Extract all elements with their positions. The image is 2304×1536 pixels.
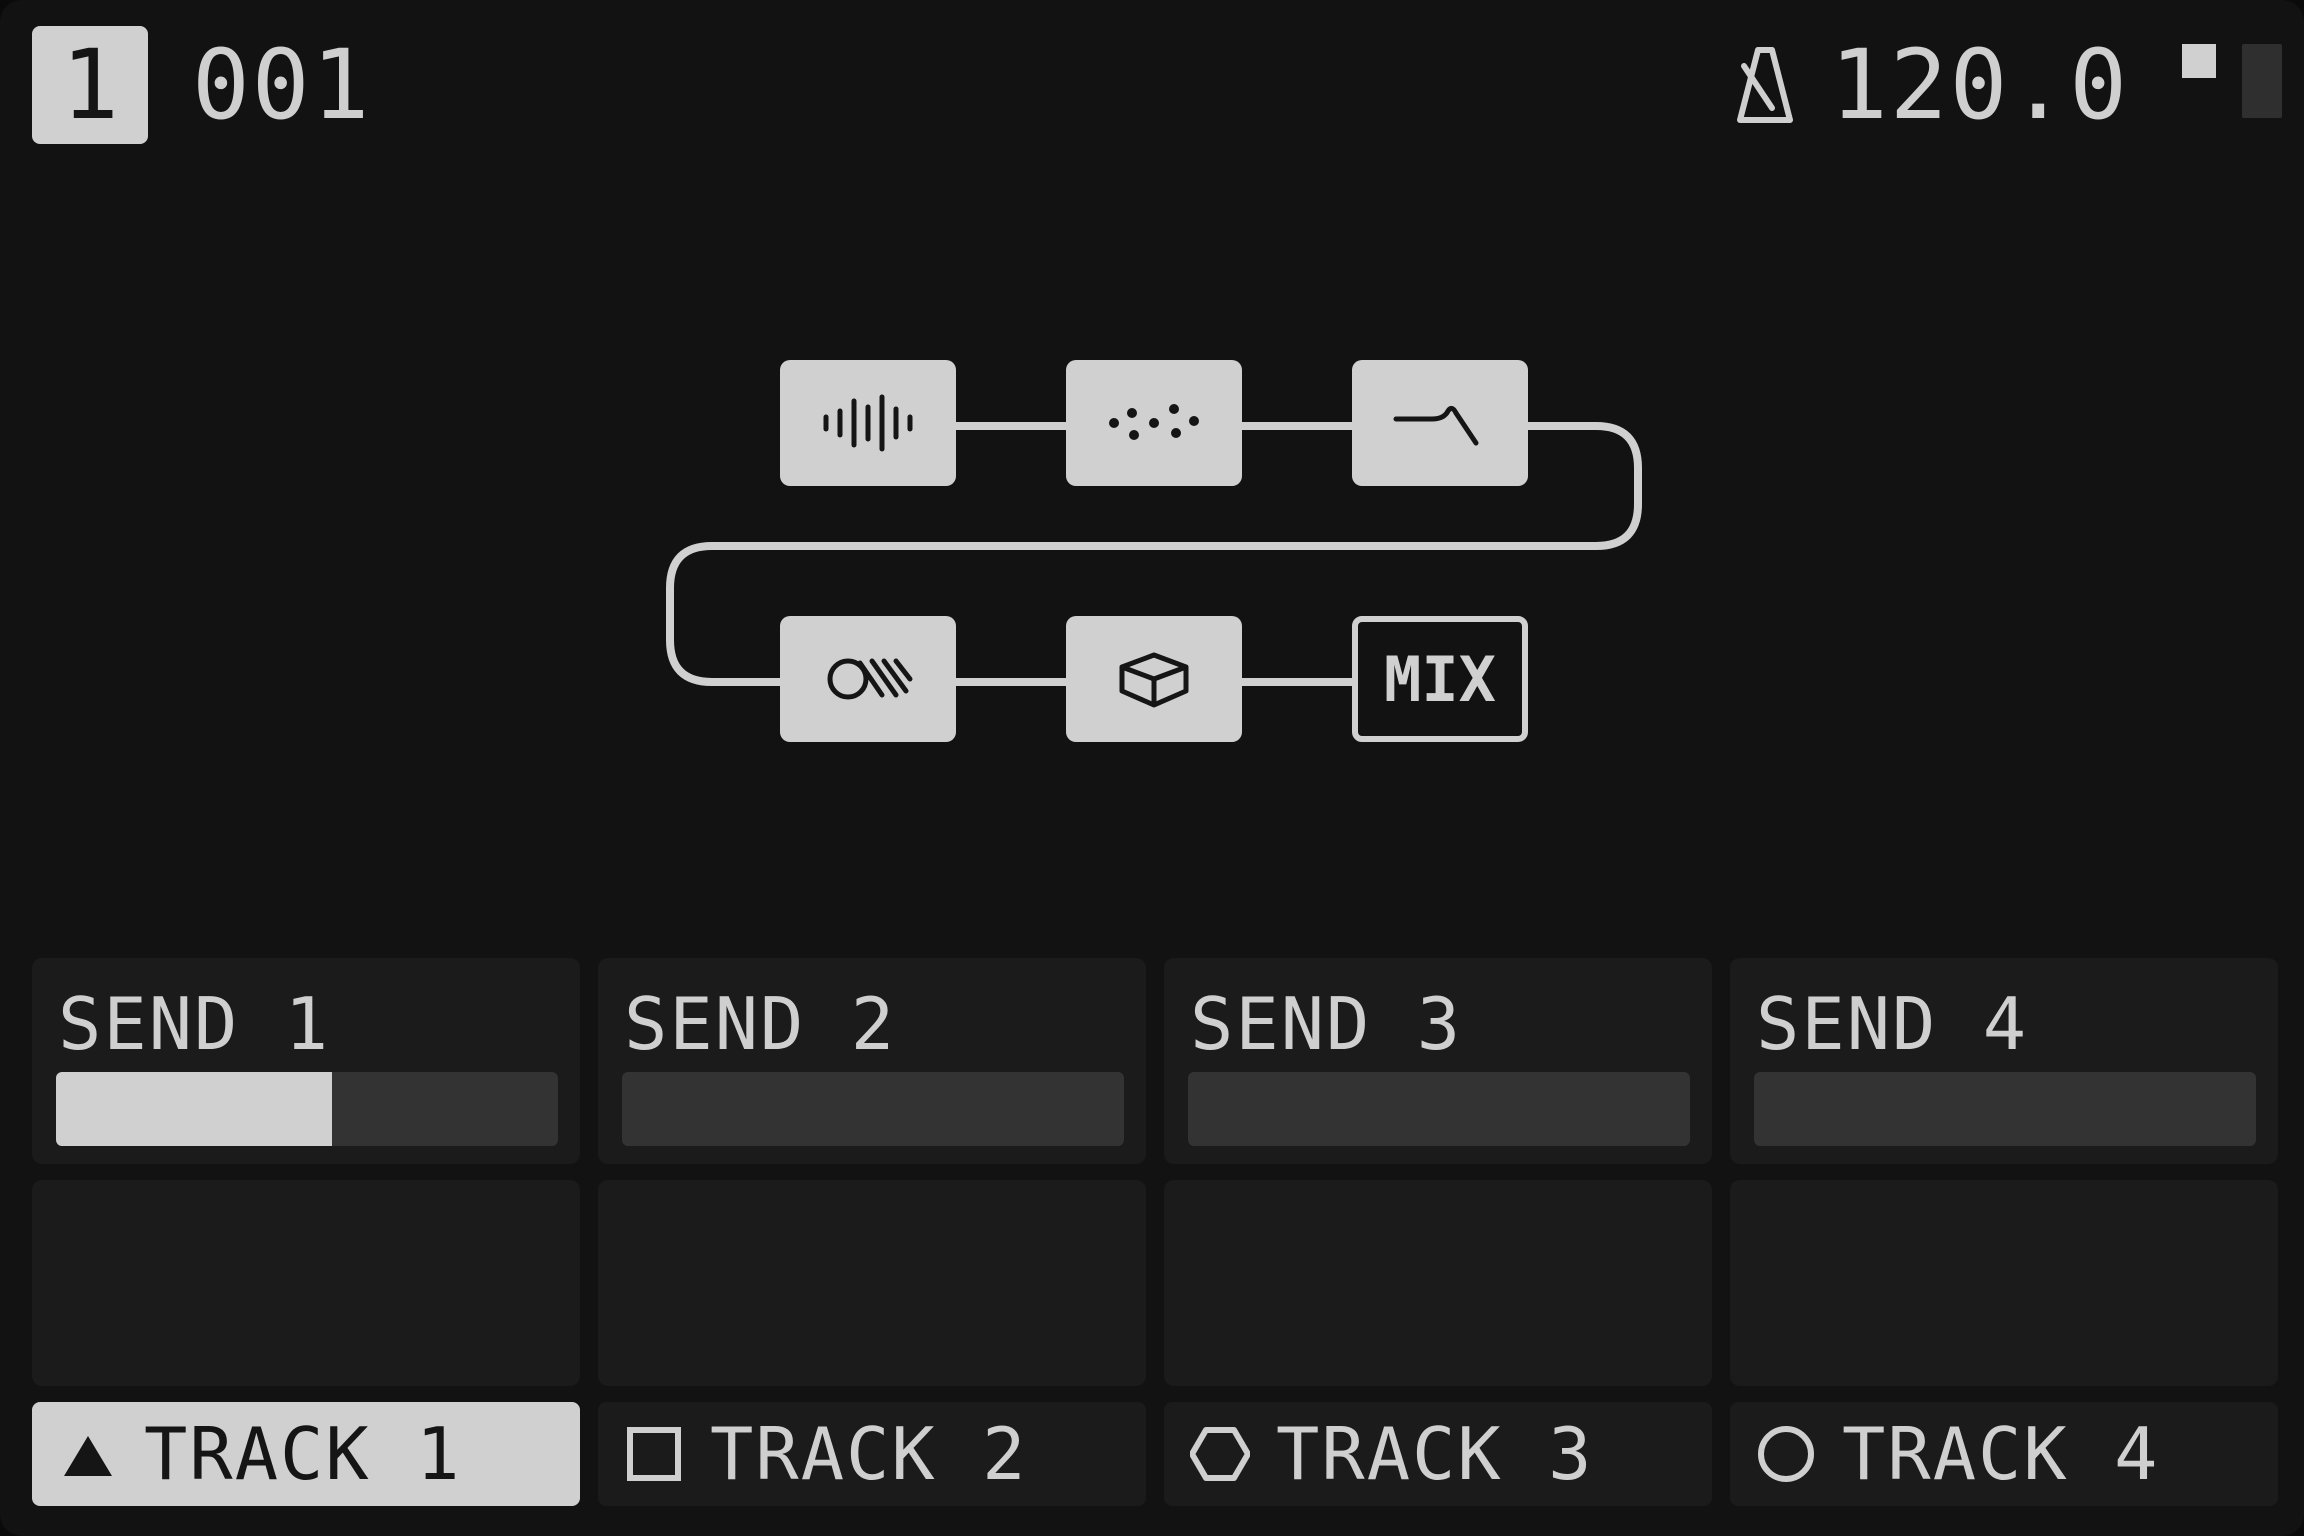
track-tab-3[interactable]: TRACK 3 — [1164, 1402, 1712, 1506]
filter-curve-icon — [1393, 405, 1479, 446]
chain-block-scatter[interactable] — [1066, 360, 1242, 486]
empty-pad[interactable] — [598, 1180, 1146, 1386]
send-level-fill — [56, 1072, 333, 1146]
mix-block[interactable]: MIX — [1352, 616, 1528, 742]
empty-pad[interactable] — [1730, 1180, 2278, 1386]
track-label: TRACK 4 — [1842, 1412, 2160, 1496]
send-2[interactable]: SEND 2 — [598, 958, 1146, 1164]
send-label: SEND 3 — [1190, 982, 1463, 1066]
track-label: TRACK 3 — [1276, 1412, 1594, 1496]
waveform-icon — [823, 394, 913, 452]
track-tab-4[interactable]: TRACK 4 — [1730, 1402, 2278, 1506]
hexagon-icon — [1190, 1427, 1250, 1481]
circle-icon — [1758, 1426, 1814, 1482]
mix-label: MIX — [1384, 642, 1496, 716]
send-label: SEND 4 — [1756, 982, 2029, 1066]
chain-block-box[interactable] — [1066, 616, 1242, 742]
square-icon — [627, 1427, 681, 1481]
send-4[interactable]: SEND 4 — [1730, 958, 2278, 1164]
chain-block-loop[interactable] — [780, 616, 956, 742]
dots-scatter-icon — [1109, 404, 1199, 440]
send-label: SEND 1 — [58, 982, 331, 1066]
triangle-icon — [64, 1436, 112, 1476]
loop-hatch-icon — [827, 658, 913, 700]
send-level-bar[interactable] — [56, 1072, 558, 1146]
device-screen: 1 001 120.0 MIX SEND 1 SEND 2 SEND 3 SEN… — [0, 0, 2304, 1536]
chain-block-waveform[interactable] — [780, 360, 956, 486]
send-level-bar[interactable] — [1754, 1072, 2256, 1146]
track-tab-1[interactable]: TRACK 1 — [32, 1402, 580, 1506]
empty-pad[interactable] — [1164, 1180, 1712, 1386]
send-1[interactable]: SEND 1 — [32, 958, 580, 1164]
box-3d-icon — [1119, 652, 1189, 708]
track-label: TRACK 2 — [710, 1412, 1028, 1496]
send-label: SEND 2 — [624, 982, 897, 1066]
track-label: TRACK 1 — [144, 1412, 462, 1496]
send-level-bar[interactable] — [1188, 1072, 1690, 1146]
empty-pad[interactable] — [32, 1180, 580, 1386]
send-level-bar[interactable] — [622, 1072, 1124, 1146]
track-tab-2[interactable]: TRACK 2 — [598, 1402, 1146, 1506]
send-3[interactable]: SEND 3 — [1164, 958, 1712, 1164]
chain-block-filter[interactable] — [1352, 360, 1528, 486]
